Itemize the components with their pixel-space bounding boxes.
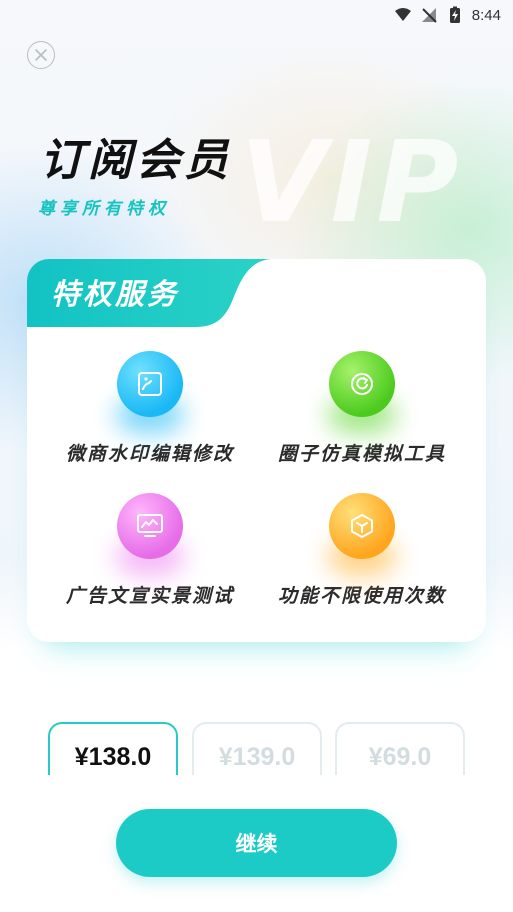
- feature-icon-circle: [329, 351, 395, 417]
- vip-watermark: VIP: [240, 118, 463, 248]
- page-subtitle: 尊享所有特权: [38, 199, 170, 219]
- feature-label: 圈子仿真模拟工具: [277, 443, 446, 465]
- feature-icon-circle: [329, 493, 395, 559]
- price-value: ¥138.0: [74, 742, 152, 771]
- feature-label: 广告文宣实景测试: [65, 585, 234, 607]
- feature-watermark-edit[interactable]: 微商水印编辑修改: [45, 351, 255, 466]
- cube-icon: [351, 514, 373, 538]
- page-title: 订阅会员: [40, 135, 232, 186]
- battery-charging-icon: [446, 6, 464, 24]
- refresh-icon: [351, 373, 373, 395]
- feature-unlimited-use[interactable]: 功能不限使用次数: [257, 493, 467, 608]
- price-value: ¥69.0: [368, 742, 432, 771]
- price-list-clip: [0, 775, 513, 795]
- price-value: ¥139.0: [218, 742, 296, 771]
- image-edit-icon: [138, 372, 162, 396]
- feature-icon-circle: [117, 493, 183, 559]
- status-bar: 8:44: [0, 0, 513, 30]
- privilege-tab-label: 特权服务: [51, 277, 180, 311]
- feature-label: 微商水印编辑修改: [65, 443, 234, 465]
- feature-icon-circle: [117, 351, 183, 417]
- close-button[interactable]: [27, 41, 55, 69]
- feature-label: 功能不限使用次数: [277, 585, 446, 607]
- privilege-card: 特权服务 微商水印编辑修改 圈子仿真模拟工具 广告文宣实景测试 功能不限使用次数: [27, 259, 486, 642]
- status-time: 8:44: [471, 6, 501, 24]
- no-signal-icon: [420, 6, 438, 24]
- feature-ad-test[interactable]: 广告文宣实景测试: [45, 493, 255, 608]
- monitor-chart-icon: [137, 514, 163, 537]
- feature-circle-simulator[interactable]: 圈子仿真模拟工具: [257, 351, 467, 466]
- close-icon: [35, 49, 47, 61]
- continue-button[interactable]: 继续: [116, 809, 397, 877]
- wifi-icon: [394, 6, 412, 24]
